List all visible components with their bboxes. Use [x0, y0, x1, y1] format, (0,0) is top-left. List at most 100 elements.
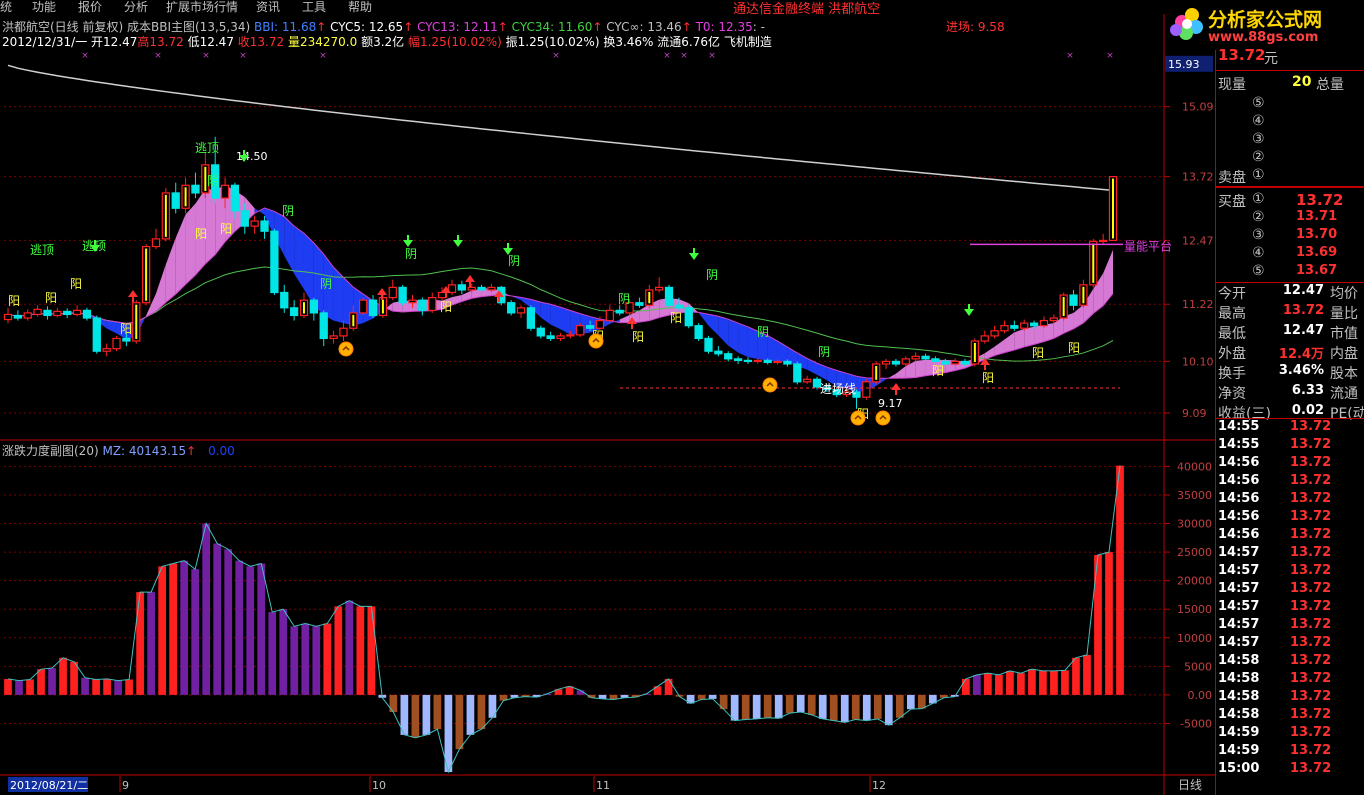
kline-chart[interactable]: 15.93 15.09 13.72 12.47 11.22 10.10 9.09 × × × × × ×…: [0, 0, 1216, 795]
candle-body: [329, 335, 338, 340]
buy-label: 买盘: [1218, 194, 1246, 210]
yang-label: 阳: [45, 291, 57, 305]
strength-bar: [202, 523, 211, 695]
buy-arrow-icon: [377, 288, 387, 295]
tick-time: 14:57: [1218, 635, 1260, 650]
candle-body: [526, 307, 536, 329]
candle-body: [911, 355, 920, 360]
tick-time: 14:57: [1218, 563, 1260, 578]
strength-bar: [15, 680, 23, 695]
now-volume: 20: [1292, 74, 1312, 90]
strength-bar: [411, 694, 420, 738]
sub-axis-label: 0.00: [1188, 689, 1213, 702]
candle-body: [931, 358, 940, 363]
strength-bar: [1105, 552, 1113, 695]
buy-level-index: ④: [1252, 245, 1265, 261]
tick-price: 13.72: [1290, 635, 1332, 650]
sub-axis-label: 25000: [1177, 546, 1212, 559]
candle-body: [250, 220, 259, 227]
book-divider: [1216, 186, 1364, 188]
candle-body: [13, 314, 23, 319]
tick-price: 13.72: [1290, 761, 1332, 776]
tick-time: 14:56: [1218, 527, 1260, 542]
strength-bar: [268, 612, 277, 695]
candle-body: [82, 309, 92, 319]
strength-bar: [862, 694, 871, 721]
candle-body: [368, 299, 378, 317]
strength-bar: [796, 694, 805, 713]
tick-row: 14:59 13.72: [1216, 743, 1364, 761]
candle-body: [1098, 239, 1108, 243]
month-label: 11: [596, 779, 610, 792]
strength-bar: [136, 592, 144, 695]
stat-row: 外盘 12.4万 内盘: [1216, 343, 1364, 363]
candle-body: [704, 337, 713, 352]
signal-cross-mark: ×: [202, 51, 210, 61]
strength-bar: [367, 606, 376, 695]
tick-time: 14:56: [1218, 491, 1260, 506]
yin-label: 阴: [282, 204, 294, 218]
signal-cross-mark: ×: [680, 51, 688, 61]
strength-bar: [301, 623, 310, 695]
sell-level-row: ⑤: [1216, 95, 1364, 113]
candle-body: [556, 335, 565, 340]
strength-bar: [752, 694, 761, 719]
candle-body: [536, 327, 545, 337]
sell-level-row: ④: [1216, 113, 1364, 131]
stat-label: 最高: [1218, 306, 1246, 322]
candle-body: [171, 192, 180, 209]
signal-cross-mark: ×: [663, 51, 671, 61]
tick-price: 13.72: [1290, 545, 1332, 560]
stat-value: 13.72: [1282, 303, 1324, 318]
candle-body: [270, 230, 279, 294]
period-mode-label: 日线: [1178, 778, 1202, 792]
sell-label: 卖盘: [1218, 170, 1246, 186]
candle-body: [566, 334, 575, 337]
tick-price: 13.72: [1290, 671, 1332, 686]
price-axis-label: 12.47: [1182, 234, 1214, 247]
candle-body: [960, 360, 970, 365]
candle-body: [309, 299, 318, 314]
sell-level-index: ③: [1252, 131, 1265, 147]
sell-level-index: ⑤: [1252, 95, 1265, 111]
buy-arrow-icon: [465, 275, 475, 282]
candle-body: [428, 297, 437, 311]
cost-band: [767, 335, 778, 362]
strength-bar: [917, 694, 926, 709]
tick-row: 14:58 13.72: [1216, 689, 1364, 707]
candle-body: [980, 335, 989, 342]
gold-coin-icon: [850, 410, 866, 426]
tick-time: 14:58: [1218, 671, 1260, 686]
price-axis-label: 10.10: [1182, 355, 1214, 368]
tick-time: 14:57: [1218, 545, 1260, 560]
candle-body: [230, 184, 240, 212]
candle-body: [280, 291, 289, 309]
price-axis-label: 13.72: [1182, 171, 1214, 184]
stat-value: 12.47: [1282, 323, 1324, 338]
strength-bar: [708, 694, 717, 699]
buy-level-row: 买盘 ① 13.72: [1216, 191, 1364, 210]
signal-cross-mark: ×: [552, 51, 560, 61]
cost-band: [738, 323, 748, 358]
candle-body: [881, 360, 891, 365]
candle-body: [43, 309, 52, 317]
stat-label: 净资: [1218, 386, 1246, 402]
cost-band: [165, 237, 176, 303]
escape-label: 逃顶: [195, 141, 219, 155]
strength-bar: [169, 563, 178, 695]
strength-bar: [741, 694, 750, 720]
tick-price: 13.72: [1290, 437, 1332, 452]
candle-body: [773, 360, 782, 364]
sub-chart-header: 涨跌力度副图(20) MZ: 40143.15↑ 0.00: [2, 444, 235, 458]
yang-label: 阳: [632, 330, 644, 344]
strength-bar: [103, 678, 111, 695]
tick-row: 14:56 13.72: [1216, 455, 1364, 473]
candle-body: [33, 308, 42, 316]
strength-bar: [873, 694, 882, 719]
strength-bar: [1050, 670, 1058, 695]
candle-body: [63, 310, 72, 316]
signal-cross-mark: ×: [154, 51, 162, 61]
ma-cycinf-line: [7, 64, 1114, 192]
candle-body: [240, 210, 249, 227]
strength-bar: [477, 694, 486, 730]
